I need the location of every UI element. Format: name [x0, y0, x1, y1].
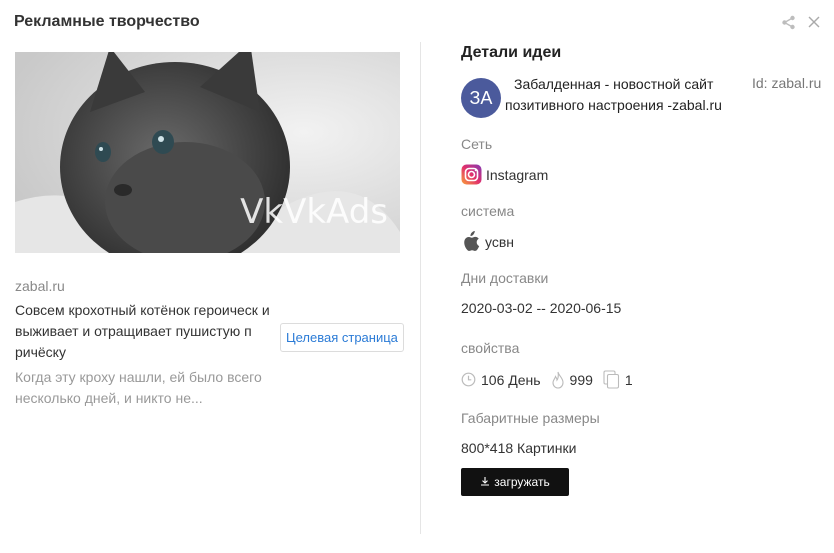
size-label: Габаритные размеры — [461, 410, 600, 426]
network-value: Instagram — [486, 166, 549, 183]
props-label: свойства — [461, 340, 520, 356]
divider — [420, 42, 421, 534]
advertiser: ЗА Забалденная - новостной сайт позитивн… — [461, 74, 831, 118]
close-icon[interactable] — [806, 14, 822, 30]
advertiser-name[interactable]: Забалденная - новостной сайт позитивного… — [505, 74, 748, 116]
creative-domain: zabal.ru — [15, 278, 65, 294]
network-value-row: Instagram — [461, 164, 831, 185]
network-label: Сеть — [461, 136, 493, 152]
download-button[interactable]: загружать — [461, 468, 569, 496]
delivery-value: 2020-03-02 -- 2020-06-15 — [461, 300, 622, 316]
heat-prop: 999 — [551, 371, 593, 389]
landing-page-button[interactable]: Целевая страница — [280, 323, 404, 352]
advertiser-id: Id: zabal.ru — [752, 75, 822, 91]
copy-icon — [603, 370, 620, 389]
page-title: Рекламные творчество — [14, 13, 200, 30]
avatar[interactable]: ЗА — [461, 78, 501, 118]
top-actions — [780, 14, 822, 30]
heat-value: 999 — [569, 371, 593, 388]
watermark: VkVkAds — [240, 192, 388, 232]
delivery-label: Дни доставки — [461, 270, 549, 286]
fire-icon — [551, 371, 565, 389]
instagram-icon — [461, 164, 482, 185]
share-icon[interactable] — [780, 14, 796, 30]
copies-value: 1 — [624, 371, 633, 388]
details-title: Детали идеи — [461, 44, 562, 61]
ad-text: Совсем крохотный котёнок героическ и выж… — [15, 302, 270, 360]
system-value: усвн — [485, 233, 515, 250]
download-label: загружать — [494, 475, 550, 489]
days-prop: 106 День — [461, 372, 541, 388]
apple-icon — [461, 231, 480, 252]
copies-prop: 1 — [603, 370, 633, 389]
creative-panel: VkVkAds zabal.ru Совсем крохотный котёно… — [15, 52, 404, 409]
ad-text-block: Совсем крохотный котёнок героическ и выж… — [15, 300, 404, 363]
ad-description: Когда эту кроху нашли, ей было всего нес… — [15, 369, 262, 406]
details-panel: Детали идеи ЗА Забалденная - новостной с… — [461, 44, 831, 496]
creative-image[interactable]: VkVkAds — [15, 52, 400, 253]
system-value-row: усвн — [461, 231, 831, 252]
props-row: 106 День 999 1 — [461, 370, 831, 389]
days-value: 106 День — [481, 371, 541, 388]
clock-icon — [461, 372, 476, 387]
download-icon — [480, 475, 490, 489]
system-label: система — [461, 203, 515, 219]
size-value: 800*418 Картинки — [461, 440, 577, 456]
